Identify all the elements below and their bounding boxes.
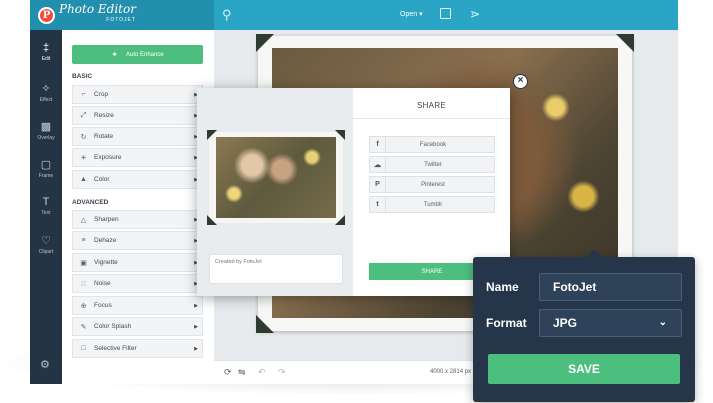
tool-color-splash[interactable]: ✎ Color Splash ▶ bbox=[72, 317, 203, 336]
exposure-icon: ☀ bbox=[80, 154, 87, 162]
twitter-icon: ☁ bbox=[370, 157, 386, 172]
share-facebook-button[interactable]: f Facebook bbox=[369, 136, 495, 153]
share-icon[interactable]: ⋗ bbox=[470, 7, 480, 21]
chevron-right-icon: ▶ bbox=[194, 345, 198, 352]
text-icon: T bbox=[42, 196, 50, 208]
logo-subtitle: FOTOJET bbox=[106, 17, 136, 23]
share-tumblr-button[interactable]: t Tumblr bbox=[369, 196, 495, 213]
chevron-right-icon: ▶ bbox=[194, 323, 198, 330]
color-drop-icon: ▲ bbox=[80, 176, 87, 183]
share-message-input[interactable]: Created by FotoJet bbox=[209, 254, 343, 284]
rail-label: Clipart bbox=[38, 249, 54, 255]
rotate-icon: ↻ bbox=[80, 133, 87, 141]
facebook-icon: f bbox=[370, 137, 386, 152]
tool-focus[interactable]: ⊕ Focus ▶ bbox=[72, 296, 203, 315]
tool-sharpen[interactable]: △ Sharpen ▶ bbox=[72, 210, 203, 229]
share-dialog: Created by FotoJet SHARE f Facebook ☁ Tw… bbox=[197, 88, 510, 296]
reset-icon[interactable]: ⟳ bbox=[224, 367, 232, 378]
rail-label: Overlay bbox=[37, 135, 55, 141]
frame-icon: ▢ bbox=[40, 159, 52, 171]
format-label: Format bbox=[486, 316, 527, 330]
save-popup: Name FotoJet Format JPG ⌄ SAVE bbox=[473, 249, 695, 402]
popup-caret bbox=[586, 249, 602, 257]
rail-label: Effect bbox=[39, 97, 53, 103]
rail-label: Edit bbox=[41, 56, 51, 62]
thumb-corner-bl bbox=[207, 215, 217, 225]
file-name-input[interactable]: FotoJet bbox=[539, 273, 682, 301]
crop-icon: ⌐ bbox=[81, 91, 86, 98]
frame-corner-top-left bbox=[256, 34, 274, 52]
tool-selective-filter[interactable]: □ Selective Filter ▶ bbox=[72, 339, 203, 358]
undo-icon[interactable]: ↶ bbox=[258, 367, 266, 378]
logo[interactable]: P Photo Editor FOTOJET bbox=[30, 0, 214, 30]
magic-wand-icon: ✦ bbox=[111, 50, 118, 59]
thumb-corner-tl bbox=[207, 130, 217, 140]
rail-label: Text bbox=[41, 210, 51, 216]
auto-enhance-button[interactable]: ✦ Auto Enhance bbox=[72, 45, 203, 64]
thumb-corner-br bbox=[335, 215, 345, 225]
basic-section-title: BASIC bbox=[72, 73, 93, 80]
tumblr-icon: t bbox=[370, 197, 386, 212]
compare-icon[interactable]: ⇋ bbox=[238, 367, 246, 378]
advanced-section-title: ADVANCED bbox=[72, 199, 109, 206]
save-icon[interactable] bbox=[440, 8, 451, 19]
overlay-icon: ▩ bbox=[40, 121, 52, 133]
logo-title: Photo Editor bbox=[59, 2, 136, 16]
share-pinterest-button[interactable]: P Pinterest bbox=[369, 176, 495, 193]
frame-corner-bottom-left bbox=[256, 315, 274, 333]
open-menu[interactable]: Open ▾ bbox=[400, 10, 423, 18]
resize-icon: ⤢ bbox=[80, 111, 87, 119]
tool-crop[interactable]: ⌐ Crop ▶ bbox=[72, 85, 203, 104]
rail-item-clipart[interactable]: ♡ Clipart bbox=[30, 230, 62, 266]
rail-item-edit[interactable]: ‡ Edit bbox=[30, 38, 62, 74]
tool-exposure[interactable]: ☀ Exposure ▶ bbox=[72, 148, 203, 167]
close-icon[interactable]: × bbox=[513, 74, 528, 89]
selective-filter-icon: □ bbox=[81, 345, 86, 352]
format-select[interactable]: JPG ⌄ bbox=[539, 309, 682, 337]
rail-item-text[interactable]: T Text bbox=[30, 192, 62, 228]
vignette-icon: ▣ bbox=[80, 259, 87, 267]
share-preview-panel: Created by FotoJet bbox=[197, 88, 353, 296]
settings-gear-icon[interactable]: ⚙ bbox=[40, 358, 50, 371]
share-title: SHARE bbox=[416, 101, 447, 110]
dehaze-icon: ≡ bbox=[81, 237, 86, 244]
thumb-corner-tr bbox=[335, 130, 345, 140]
top-bar: P Photo Editor FOTOJET ⚲ Open ▾ ⋗ bbox=[30, 0, 678, 30]
focus-icon: ⊕ bbox=[80, 302, 87, 310]
redo-icon[interactable]: ↷ bbox=[278, 367, 286, 378]
frame-corner-top-right bbox=[616, 34, 634, 52]
tool-rotate[interactable]: ↻ Rotate ▶ bbox=[72, 127, 203, 146]
sharpen-icon: △ bbox=[80, 216, 87, 224]
chevron-down-icon: ⌄ bbox=[658, 317, 667, 328]
tool-noise[interactable]: ∷ Noise ▶ bbox=[72, 274, 203, 293]
logo-icon: P bbox=[38, 6, 55, 24]
effect-icon: ✧ bbox=[41, 83, 51, 95]
edit-tools-panel: ✦ Auto Enhance BASIC ⌐ Crop ▶ ⤢ Resize ▶… bbox=[62, 30, 214, 384]
edit-icon: ‡ bbox=[42, 42, 50, 54]
bulb-icon[interactable]: ⚲ bbox=[222, 7, 234, 23]
divider bbox=[353, 118, 510, 119]
left-icon-rail: ‡ Edit ✧ Effect ▩ Overlay ▢ Frame T Text… bbox=[30, 30, 62, 384]
tool-color[interactable]: ▲ Color ▶ bbox=[72, 170, 203, 189]
save-button[interactable]: SAVE bbox=[488, 354, 680, 384]
clipart-icon: ♡ bbox=[41, 235, 51, 247]
pinterest-icon: P bbox=[370, 177, 386, 192]
brush-icon: ✎ bbox=[80, 323, 87, 331]
rail-item-effect[interactable]: ✧ Effect bbox=[30, 78, 62, 114]
tool-vignette[interactable]: ▣ Vignette ▶ bbox=[72, 253, 203, 272]
name-label: Name bbox=[486, 280, 519, 294]
tool-dehaze[interactable]: ≡ Dehaze ▶ bbox=[72, 231, 203, 250]
share-preview-image bbox=[207, 130, 345, 225]
rail-item-overlay[interactable]: ▩ Overlay bbox=[30, 116, 62, 152]
share-twitter-button[interactable]: ☁ Twitter bbox=[369, 156, 495, 173]
rail-item-frame[interactable]: ▢ Frame bbox=[30, 154, 62, 190]
preview-photo bbox=[216, 137, 336, 218]
noise-icon: ∷ bbox=[81, 280, 86, 288]
image-dimensions: 4000 x 2814 px bbox=[430, 369, 472, 375]
chevron-right-icon: ▶ bbox=[194, 302, 198, 309]
tool-resize[interactable]: ⤢ Resize ▶ bbox=[72, 106, 203, 125]
rail-label: Frame bbox=[38, 173, 54, 179]
